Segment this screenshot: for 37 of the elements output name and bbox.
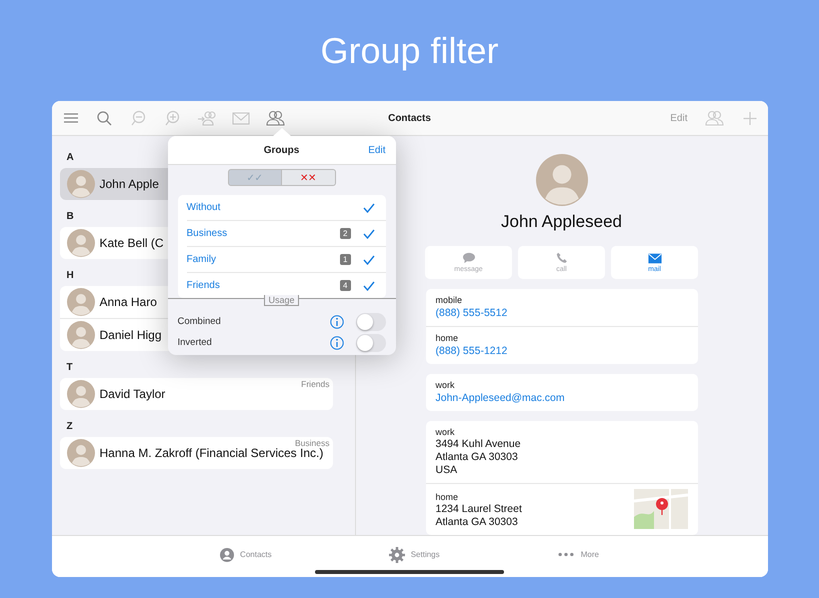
group-name: Friends — [186, 280, 221, 291]
group-name: Business — [186, 228, 228, 239]
contact-name: Kate Bell (C — [100, 236, 164, 250]
field-label: home — [436, 491, 460, 503]
address-line: Atlanta GA 30303 — [436, 451, 519, 464]
group-count: 2 — [340, 228, 350, 239]
group-tag: Business — [295, 438, 330, 448]
field-label: mobile — [436, 294, 464, 306]
address-line: 3494 Kuhl Avenue — [436, 438, 522, 451]
usage-label: Usage — [264, 295, 298, 306]
contact-name: John Apple — [100, 177, 159, 191]
option-label: Inverted — [178, 337, 213, 348]
address-line: USA — [436, 464, 458, 477]
page-title: Group filter — [320, 29, 499, 73]
section-letter: B — [66, 211, 74, 223]
contact-name: David Taylor — [100, 387, 166, 401]
group-name: Family — [186, 254, 217, 265]
address-line: Atlanta GA 30303 — [436, 516, 519, 529]
contact-full-name: John Appleseed — [501, 211, 622, 233]
field-label: home — [436, 332, 460, 344]
section-letter: Z — [66, 421, 73, 433]
popover-title: Groups — [264, 144, 300, 156]
contact-name: Hanna M. Zakroff (Financial Services Inc.) — [100, 446, 324, 460]
contact-name: Anna Haro — [100, 295, 157, 309]
section-letter: A — [66, 152, 74, 164]
address-line: 1234 Laurel Street — [436, 503, 523, 516]
toolbar-title: Contacts — [388, 112, 431, 124]
field-label: work — [436, 426, 456, 438]
group-tag: Friends — [301, 379, 330, 389]
section-letter: T — [66, 362, 73, 374]
field-label: work — [436, 379, 456, 391]
group-name: Without — [186, 202, 222, 213]
section-letter: H — [66, 270, 74, 282]
option-label: Combined — [178, 316, 222, 327]
group-count: 1 — [340, 254, 350, 265]
group-count: 4 — [340, 280, 350, 291]
contact-name: Daniel Higg — [100, 328, 162, 342]
